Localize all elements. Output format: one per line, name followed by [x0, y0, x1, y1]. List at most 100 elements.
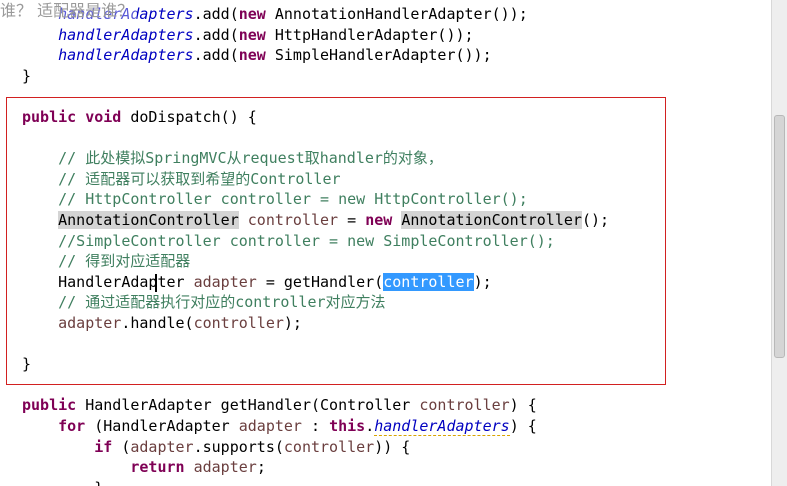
- code-token: .add(: [193, 25, 239, 44]
- code-line[interactable]: }: [22, 354, 31, 374]
- code-token: )) {: [374, 437, 411, 456]
- code-token: controller: [247, 211, 339, 229]
- code-token: adapter: [58, 314, 122, 332]
- text-cursor: [155, 274, 157, 292]
- code-token: new: [365, 211, 393, 229]
- code-line[interactable]: handlerAdapters.add(new SimpleHandlerAda…: [22, 45, 492, 65]
- code-token: }: [22, 479, 103, 486]
- code-token: // 得到对应适配器: [58, 252, 191, 271]
- code-token: adapter: [238, 417, 302, 435]
- code-token: // 此处模拟SpringMVC从request取handler的对象，: [58, 149, 443, 168]
- code-token: HandlerAdapter getHandler(Controller: [76, 396, 420, 415]
- code-token: HttpHandlerAdapter());: [265, 25, 474, 44]
- code-line[interactable]: for (HandlerAdapter adapter : this.handl…: [22, 416, 537, 436]
- code-token: HandlerAdapter: [22, 272, 194, 291]
- code-token: handlerAdapters: [58, 46, 194, 65]
- code-token: ();: [581, 211, 610, 229]
- vertical-scrollbar[interactable]: [771, 0, 787, 486]
- code-token: this: [329, 417, 366, 435]
- code-token: AnnotationController: [58, 211, 239, 229]
- code-line[interactable]: //SimpleController controller = new Simp…: [22, 231, 555, 251]
- code-line[interactable]: // 适配器可以获取到希望的Controller: [22, 169, 341, 189]
- code-token: );: [473, 272, 492, 291]
- code-token: handlerAdapters: [374, 417, 510, 436]
- code-token: ;: [256, 458, 266, 477]
- code-token: // HttpController controller = new HttpC…: [58, 190, 528, 209]
- code-line[interactable]: public HandlerAdapter getHandler(Control…: [22, 395, 537, 415]
- code-token: controller: [283, 437, 375, 456]
- code-token: }: [22, 66, 32, 85]
- code-line[interactable]: // 通过适配器执行对应的controller对应方法: [22, 292, 386, 312]
- code-line[interactable]: adapter.handle(controller);: [22, 313, 302, 333]
- code-token: .supports(: [193, 437, 284, 456]
- code-token: controller: [193, 314, 284, 332]
- code-token: =: [338, 211, 366, 229]
- code-token: :: [301, 417, 330, 435]
- code-token: .add(: [193, 46, 239, 65]
- code-token: AnnotationController: [401, 211, 582, 229]
- code-token: adapter: [130, 437, 194, 456]
- code-token: AnnotationHandlerAdapter());: [265, 5, 528, 23]
- code-token: void: [85, 108, 122, 126]
- code-token: .add(: [193, 5, 239, 23]
- video-overlay-caption: 谁？ 适配器是谁？: [0, 0, 138, 22]
- code-token: adapter: [193, 458, 257, 477]
- code-line[interactable]: // 得到对应适配器: [22, 251, 190, 271]
- code-token: doDispatch() {: [121, 108, 257, 126]
- code-token: .handle(: [121, 314, 194, 332]
- selected-text: controller: [383, 272, 474, 291]
- code-token: );: [283, 314, 302, 332]
- code-token: // 通过适配器执行对应的controller对应方法: [58, 293, 386, 312]
- code-token: // 适配器可以获取到希望的Controller: [58, 169, 341, 188]
- code-token: handlerAdapters: [58, 25, 194, 44]
- code-editor[interactable]: handlerAdapters.add(new AnnotationHandle…: [0, 0, 771, 486]
- code-line[interactable]: return adapter;: [22, 457, 266, 477]
- code-line[interactable]: HandlerAdapter adapter = getHandler(cont…: [22, 272, 492, 292]
- code-token: for: [58, 417, 86, 435]
- code-line[interactable]: }: [22, 66, 31, 86]
- code-token: }: [22, 355, 32, 374]
- code-token: new: [238, 25, 266, 44]
- code-line[interactable]: AnnotationController controller = new An…: [22, 210, 609, 230]
- code-line[interactable]: if (adapter.supports(controller)) {: [22, 437, 410, 457]
- code-token: if: [94, 437, 113, 456]
- code-token: adapter: [193, 272, 257, 291]
- code-token: SimpleHandlerAdapter());: [265, 46, 492, 65]
- code-token: ) {: [509, 396, 537, 415]
- code-token: controller: [419, 396, 510, 415]
- code-line[interactable]: // 此处模拟SpringMVC从request取handler的对象，: [22, 148, 443, 168]
- code-line[interactable]: public void doDispatch() {: [22, 107, 257, 127]
- code-token: = getHandler(: [256, 272, 384, 291]
- code-token: (: [112, 437, 131, 456]
- code-token: new: [238, 46, 266, 65]
- code-token: new: [238, 5, 266, 23]
- code-token: public: [22, 396, 77, 415]
- code-token: //SimpleController controller = new Simp…: [58, 231, 555, 250]
- code-token: return: [130, 458, 185, 477]
- code-token: public: [22, 108, 77, 126]
- code-line[interactable]: }: [22, 478, 103, 486]
- code-token: (HandlerAdapter: [85, 417, 239, 435]
- scrollbar-thumb[interactable]: [774, 115, 785, 358]
- code-token: .: [365, 417, 375, 435]
- code-token: ) {: [509, 417, 537, 435]
- code-line[interactable]: handlerAdapters.add(new HttpHandlerAdapt…: [22, 25, 474, 45]
- code-line[interactable]: // HttpController controller = new HttpC…: [22, 189, 528, 209]
